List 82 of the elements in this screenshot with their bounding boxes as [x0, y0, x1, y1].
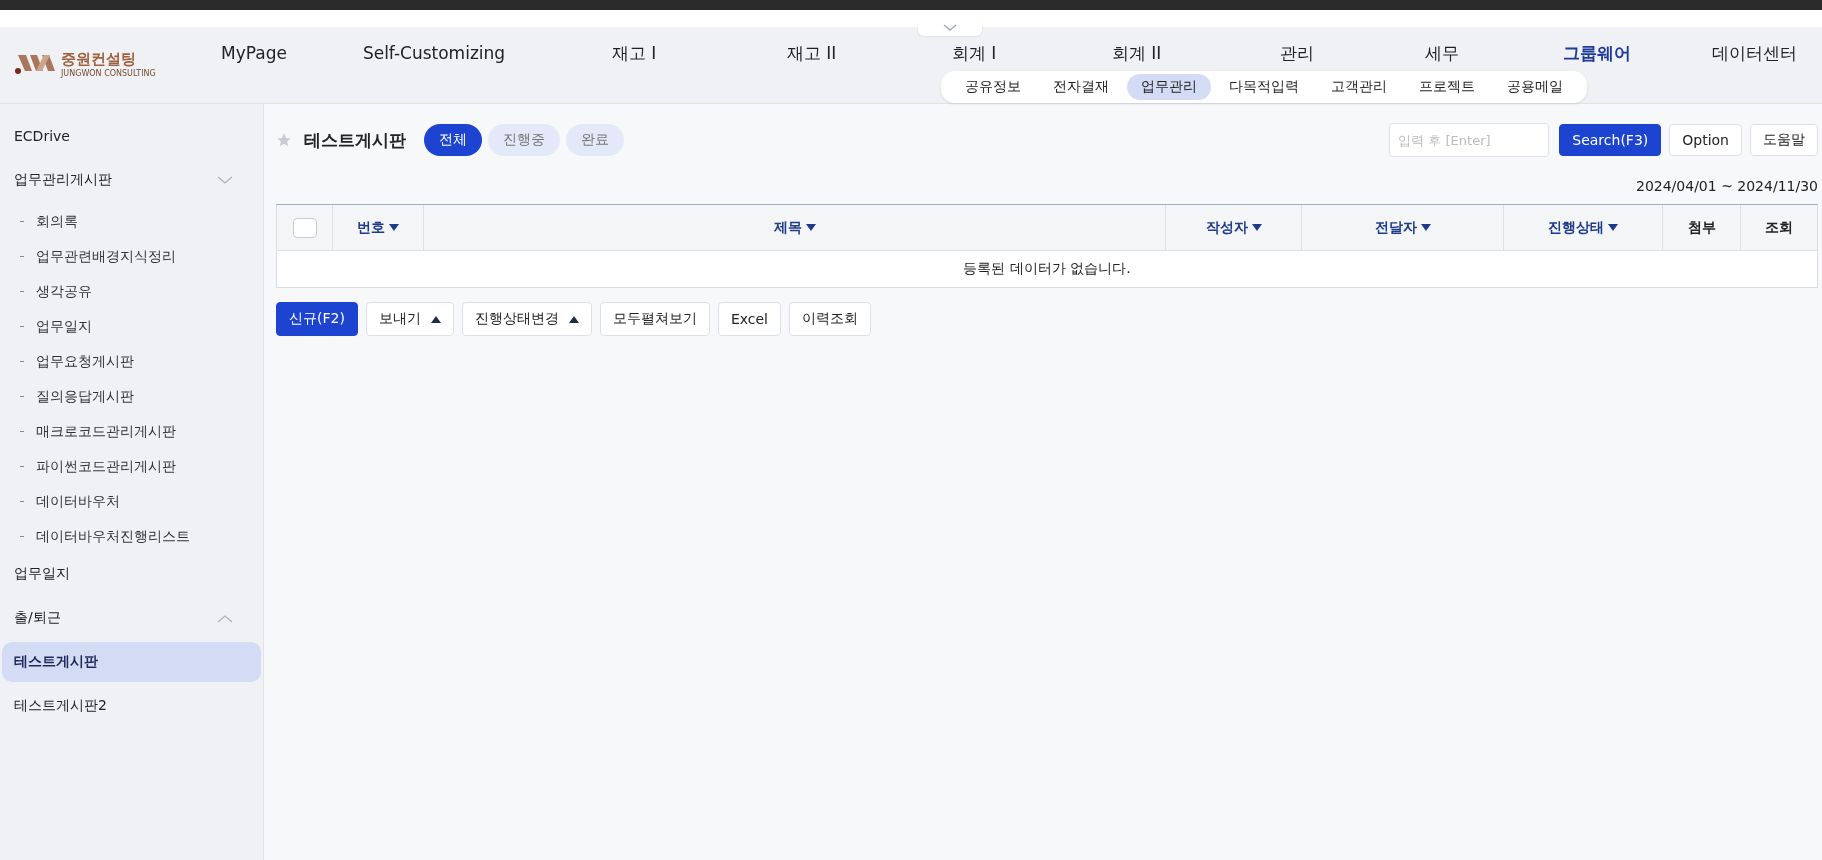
nav-menu-item[interactable]: 데이터센터 [1679, 41, 1822, 65]
action-button[interactable]: 보내기 [365, 302, 454, 336]
nav-menu-item[interactable]: 관리 [1224, 41, 1369, 65]
collapse-tab[interactable] [918, 20, 982, 36]
filter-tab[interactable]: 진행중 [488, 124, 560, 156]
action-button[interactable]: Excel [717, 302, 781, 336]
dash-icon [20, 501, 24, 502]
sidebar-subitem[interactable]: 업무관련배경지식정리 [2, 239, 261, 274]
dash-icon [20, 221, 24, 222]
nav-menu-item[interactable]: 그룹웨어 [1514, 41, 1679, 65]
column-header[interactable]: 진행상태 [1504, 205, 1663, 251]
page-title: 테스트게시판 [304, 128, 406, 152]
sidebar-item[interactable]: ECDrive [2, 116, 261, 156]
dash-icon [20, 291, 24, 292]
nav-menu-item[interactable]: 재고 II [724, 41, 899, 65]
nav-menu-item[interactable]: 재고 I [544, 41, 724, 65]
sort-caret-icon [1251, 224, 1262, 231]
sidebar-subitem[interactable]: 매크로코드관리게시판 [2, 414, 261, 449]
submenu-item[interactable]: 공용메일 [1493, 74, 1577, 100]
dash-icon [20, 431, 24, 432]
sidebar-subitem[interactable]: 파이썬코드관리게시판 [2, 449, 261, 484]
action-button[interactable]: 진행상태변경 [461, 302, 592, 336]
sidebar-subitem[interactable]: 생각공유 [2, 274, 261, 309]
sidebar-item[interactable]: 테스트게시판2 [2, 686, 261, 726]
chevron-up-icon [217, 613, 233, 623]
sidebar-subitem[interactable]: 데이터바우처 [2, 484, 261, 519]
logo-subtitle: JUNGWON CONSULTING [61, 68, 156, 78]
chevron-down-icon [943, 24, 957, 32]
sort-caret-icon [1608, 224, 1618, 231]
toolbar-button[interactable]: 도움말 [1750, 124, 1818, 156]
nav-menu-item[interactable]: Self-Customizing [324, 43, 544, 63]
column-header[interactable]: 조회 [1741, 205, 1817, 251]
submenu-item[interactable]: 고객관리 [1317, 74, 1401, 100]
sort-caret-icon [805, 224, 816, 231]
column-header[interactable]: 첨부 [1663, 205, 1741, 251]
toolbar-button[interactable]: Search(F3) [1559, 124, 1662, 156]
filter-tab[interactable]: 완료 [566, 124, 624, 156]
submenu-item[interactable]: 공유정보 [951, 74, 1035, 100]
chevron-down-icon [217, 175, 233, 185]
logo-name: 중원컨설팅 [61, 48, 137, 69]
submenu-item[interactable]: 업무관리 [1127, 74, 1211, 100]
date-range: 2024/04/01 ~ 2024/11/30 [1635, 178, 1818, 196]
star-icon[interactable] [276, 132, 292, 148]
action-button[interactable]: 신규(F2) [276, 302, 358, 336]
sort-caret-icon [1420, 224, 1431, 231]
column-header[interactable]: 제목 [424, 205, 1166, 251]
sidebar-subitem[interactable]: 질의응답게시판 [2, 379, 261, 414]
dash-icon [20, 361, 24, 362]
column-header[interactable]: 전달자 [1302, 205, 1504, 251]
dash-icon [20, 396, 24, 397]
nav-menu-item[interactable]: 회계 I [899, 41, 1049, 65]
dash-icon [20, 466, 24, 467]
search-field[interactable]: 입력 후 [Enter] [1389, 123, 1550, 157]
sidebar-group[interactable]: 출/퇴근 [2, 598, 261, 638]
submenu-item[interactable]: 프로젝트 [1405, 74, 1489, 100]
sort-caret-icon [389, 224, 399, 231]
filter-tab[interactable]: 전체 [424, 124, 482, 156]
nav-menu-item[interactable]: MyPage [184, 43, 324, 63]
dash-icon [20, 536, 24, 537]
sidebar-subitem[interactable]: 업무요청게시판 [2, 344, 261, 379]
select-all-checkbox[interactable] [292, 217, 317, 238]
caret-up-icon [430, 315, 441, 323]
nav-menu-item[interactable]: 세무 [1369, 41, 1514, 65]
caret-up-icon [568, 315, 579, 323]
dash-icon [20, 326, 24, 327]
sidebar-item[interactable]: 업무일지 [2, 554, 261, 594]
dash-icon [20, 256, 24, 257]
sidebar-subitem[interactable]: 회의록 [2, 204, 261, 239]
column-header[interactable]: 번호 [333, 205, 424, 251]
sidebar-subitem[interactable]: 업무일지 [2, 309, 261, 344]
nav-menu-item[interactable]: 회계 II [1049, 41, 1224, 65]
toolbar-button[interactable]: Option [1669, 124, 1742, 156]
action-button[interactable]: 모두펼쳐보기 [599, 302, 710, 336]
sidebar-item[interactable]: 테스트게시판 [2, 642, 261, 682]
sidebar-group[interactable]: 업무관리게시판 [2, 160, 261, 200]
empty-message: 등록된 데이터가 없습니다. [962, 259, 1132, 278]
company-logo[interactable]: 중원컨설팅 JUNGWON CONSULTING [0, 23, 184, 103]
submenu-item[interactable]: 다목적입력 [1215, 74, 1313, 100]
submenu-item[interactable]: 전자결재 [1039, 74, 1123, 100]
sidebar-subitem[interactable]: 데이터바우처진행리스트 [2, 519, 261, 554]
action-button[interactable]: 이력조회 [789, 302, 871, 336]
column-header[interactable]: 작성자 [1166, 205, 1302, 251]
